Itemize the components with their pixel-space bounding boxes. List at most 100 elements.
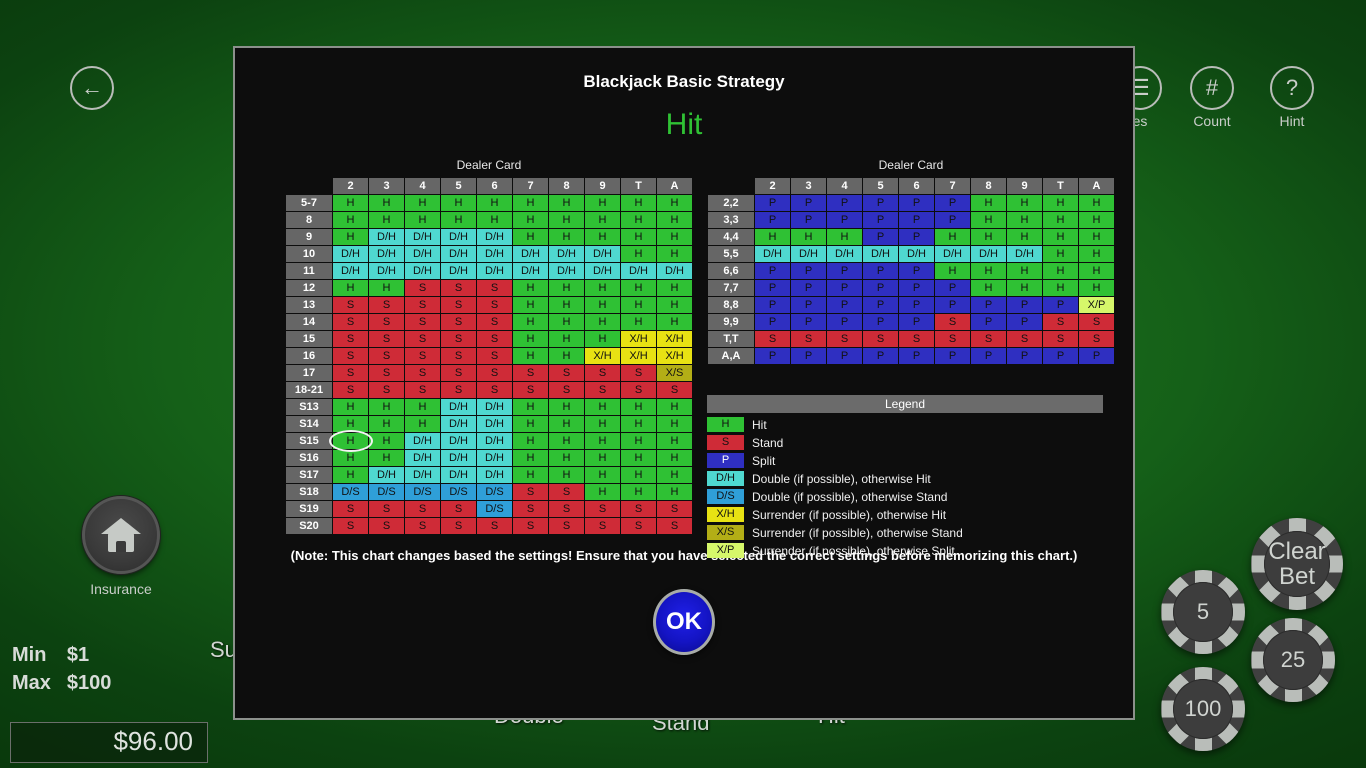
strategy-cell[interactable]: P bbox=[863, 212, 898, 228]
strategy-cell[interactable]: H bbox=[1043, 195, 1078, 211]
strategy-cell[interactable]: D/H bbox=[369, 467, 404, 483]
strategy-cell[interactable]: S bbox=[405, 280, 440, 296]
strategy-cell[interactable]: H bbox=[369, 212, 404, 228]
strategy-cell[interactable]: S bbox=[513, 484, 548, 500]
strategy-cell[interactable]: H bbox=[333, 280, 368, 296]
strategy-cell[interactable]: S bbox=[585, 365, 620, 381]
strategy-cell[interactable]: H bbox=[657, 484, 692, 500]
strategy-cell[interactable]: S bbox=[549, 365, 584, 381]
strategy-cell[interactable]: S bbox=[333, 314, 368, 330]
strategy-cell[interactable]: H bbox=[621, 399, 656, 415]
strategy-cell[interactable]: H bbox=[657, 416, 692, 432]
strategy-cell[interactable]: D/H bbox=[477, 229, 512, 245]
strategy-cell[interactable]: D/S bbox=[477, 484, 512, 500]
strategy-cell[interactable]: P bbox=[755, 263, 790, 279]
strategy-cell[interactable]: P bbox=[791, 212, 826, 228]
strategy-cell[interactable]: H bbox=[549, 195, 584, 211]
strategy-cell[interactable]: S bbox=[405, 331, 440, 347]
strategy-cell[interactable]: H bbox=[621, 246, 656, 262]
strategy-cell[interactable]: P bbox=[899, 280, 934, 296]
strategy-cell[interactable]: S bbox=[441, 297, 476, 313]
strategy-cell[interactable]: D/H bbox=[441, 416, 476, 432]
strategy-cell[interactable]: D/H bbox=[441, 467, 476, 483]
strategy-cell[interactable]: H bbox=[585, 450, 620, 466]
hard-soft-table[interactable]: 2 3 4 5 6 7 8 9 T A 5-7 H H H H H H H H H H 8 H H H H H H H H H H 9 H D/H D… bbox=[285, 177, 693, 535]
strategy-cell[interactable]: H bbox=[1079, 263, 1114, 279]
strategy-cell[interactable]: P bbox=[791, 314, 826, 330]
strategy-cell[interactable]: S bbox=[477, 280, 512, 296]
chip-100[interactable]: 100 bbox=[1161, 667, 1245, 751]
strategy-cell[interactable]: P bbox=[863, 229, 898, 245]
strategy-cell[interactable]: H bbox=[549, 229, 584, 245]
strategy-cell[interactable]: P bbox=[863, 195, 898, 211]
strategy-cell[interactable]: H bbox=[585, 212, 620, 228]
strategy-cell[interactable]: H bbox=[621, 450, 656, 466]
strategy-cell[interactable]: D/H bbox=[477, 433, 512, 449]
strategy-cell[interactable]: P bbox=[971, 348, 1006, 364]
strategy-cell[interactable]: P bbox=[935, 212, 970, 228]
strategy-cell[interactable]: S bbox=[477, 348, 512, 364]
strategy-cell[interactable]: D/H bbox=[513, 246, 548, 262]
strategy-cell[interactable]: P bbox=[791, 348, 826, 364]
strategy-cell[interactable]: H bbox=[369, 416, 404, 432]
strategy-cell[interactable]: P bbox=[755, 314, 790, 330]
strategy-cell[interactable]: D/H bbox=[791, 246, 826, 262]
strategy-cell[interactable]: S bbox=[369, 518, 404, 534]
strategy-cell[interactable]: S bbox=[441, 331, 476, 347]
chip-25[interactable]: 25 bbox=[1251, 618, 1335, 702]
strategy-cell[interactable]: H bbox=[585, 433, 620, 449]
strategy-cell[interactable]: P bbox=[899, 263, 934, 279]
strategy-cell[interactable]: P bbox=[827, 195, 862, 211]
strategy-cell[interactable]: S bbox=[657, 518, 692, 534]
strategy-cell[interactable]: D/H bbox=[971, 246, 1006, 262]
strategy-cell[interactable]: D/H bbox=[405, 433, 440, 449]
strategy-cell[interactable]: H bbox=[657, 314, 692, 330]
strategy-cell[interactable]: H bbox=[369, 195, 404, 211]
strategy-cell[interactable]: S bbox=[333, 331, 368, 347]
strategy-cell[interactable]: S bbox=[369, 297, 404, 313]
strategy-cell[interactable]: X/H bbox=[657, 331, 692, 347]
strategy-cell[interactable]: S bbox=[477, 518, 512, 534]
strategy-cell[interactable]: P bbox=[899, 297, 934, 313]
strategy-cell[interactable]: D/H bbox=[441, 399, 476, 415]
strategy-cell[interactable]: P bbox=[827, 280, 862, 296]
strategy-cell[interactable]: S bbox=[333, 518, 368, 534]
strategy-cell[interactable]: P bbox=[899, 195, 934, 211]
strategy-cell[interactable]: H bbox=[827, 229, 862, 245]
strategy-cell[interactable]: S bbox=[549, 484, 584, 500]
strategy-cell[interactable]: D/S bbox=[477, 501, 512, 517]
strategy-cell[interactable]: H bbox=[405, 399, 440, 415]
strategy-cell[interactable]: H bbox=[1007, 229, 1042, 245]
strategy-cell[interactable]: H bbox=[549, 297, 584, 313]
strategy-cell[interactable]: H bbox=[657, 195, 692, 211]
strategy-cell[interactable]: S bbox=[827, 331, 862, 347]
strategy-cell[interactable]: S bbox=[621, 518, 656, 534]
strategy-cell[interactable]: H bbox=[935, 229, 970, 245]
strategy-cell[interactable]: H bbox=[513, 348, 548, 364]
strategy-cell[interactable]: D/H bbox=[513, 263, 548, 279]
strategy-cell[interactable]: H bbox=[333, 229, 368, 245]
strategy-cell[interactable]: S bbox=[405, 314, 440, 330]
strategy-cell[interactable]: S bbox=[935, 314, 970, 330]
strategy-cell[interactable]: S bbox=[585, 382, 620, 398]
strategy-cell[interactable]: P bbox=[863, 314, 898, 330]
strategy-cell[interactable]: D/H bbox=[441, 263, 476, 279]
strategy-cell[interactable]: D/H bbox=[477, 416, 512, 432]
strategy-cell[interactable]: H bbox=[513, 399, 548, 415]
strategy-cell[interactable]: S bbox=[405, 297, 440, 313]
strategy-cell[interactable]: S bbox=[333, 297, 368, 313]
strategy-cell[interactable]: S bbox=[441, 365, 476, 381]
strategy-cell[interactable]: P bbox=[863, 348, 898, 364]
strategy-cell[interactable]: H bbox=[621, 297, 656, 313]
strategy-cell[interactable]: H bbox=[1079, 280, 1114, 296]
strategy-cell[interactable]: D/H bbox=[549, 246, 584, 262]
strategy-cell[interactable]: H bbox=[621, 467, 656, 483]
strategy-cell[interactable]: H bbox=[513, 314, 548, 330]
strategy-cell[interactable]: H bbox=[333, 195, 368, 211]
strategy-cell[interactable]: H bbox=[935, 263, 970, 279]
strategy-cell[interactable]: S bbox=[971, 331, 1006, 347]
strategy-cell[interactable]: S bbox=[477, 365, 512, 381]
strategy-cell[interactable]: P bbox=[935, 195, 970, 211]
strategy-cell[interactable]: H bbox=[585, 399, 620, 415]
strategy-cell[interactable]: S bbox=[441, 280, 476, 296]
